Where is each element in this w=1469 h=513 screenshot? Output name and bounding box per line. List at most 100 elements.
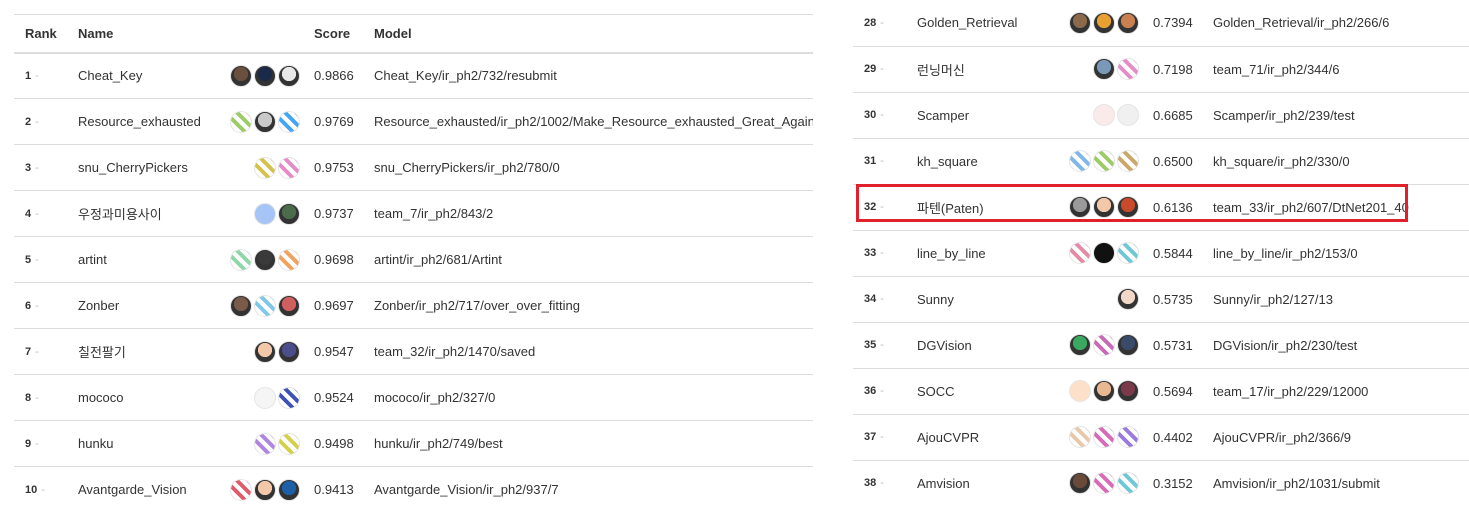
team-name[interactable]: 파텐(Paten) <box>917 184 1053 230</box>
team-name[interactable]: DGVision <box>917 322 1053 368</box>
member-avatar[interactable] <box>1093 196 1115 218</box>
member-avatar[interactable] <box>254 248 276 271</box>
member-avatar[interactable] <box>254 202 276 225</box>
rank-value: 32 <box>864 201 877 213</box>
member-avatar[interactable] <box>1069 472 1091 495</box>
member-avatar[interactable] <box>1117 288 1139 310</box>
team-name[interactable]: Scamper <box>917 92 1053 138</box>
member-avatar[interactable] <box>254 432 276 455</box>
member-avatar[interactable] <box>278 248 300 271</box>
team-name[interactable]: Zonber <box>78 283 214 329</box>
model-cell: kh_square/ir_ph2/330/0 <box>1213 153 1350 169</box>
model-cell: team_17/ir_ph2/229/12000 <box>1213 383 1369 399</box>
table-row: 34- Sunny 0.5735 Sunny/ir_ph2/127/13 <box>853 276 1469 322</box>
member-avatar[interactable] <box>230 248 252 271</box>
member-avatar[interactable] <box>1117 196 1139 218</box>
member-avatar[interactable] <box>1093 104 1115 126</box>
member-avatar[interactable] <box>1093 380 1115 402</box>
member-avatar[interactable] <box>1093 334 1115 356</box>
member-avatar[interactable] <box>1069 426 1091 448</box>
member-avatar[interactable] <box>1117 11 1139 34</box>
member-avatar[interactable] <box>1069 196 1091 218</box>
member-avatar[interactable] <box>278 202 300 225</box>
rank-cell: 10- <box>14 467 78 513</box>
member-avatar[interactable] <box>254 294 276 317</box>
team-name[interactable]: artint <box>78 237 214 283</box>
team-name[interactable]: line_by_line <box>917 230 1053 276</box>
member-avatar[interactable] <box>1069 11 1091 34</box>
member-avatar[interactable] <box>278 64 300 87</box>
member-avatar[interactable] <box>1117 334 1139 356</box>
member-avatar[interactable] <box>254 110 276 133</box>
score-cell: 0.9753 <box>314 160 354 175</box>
member-avatar[interactable] <box>1117 472 1139 495</box>
member-avatar[interactable] <box>254 64 276 87</box>
team-name[interactable]: 칠전팔기 <box>78 329 214 375</box>
member-avatar[interactable] <box>1069 380 1091 402</box>
rank-value: 35 <box>864 339 877 351</box>
member-avatar[interactable] <box>230 110 252 133</box>
team-name[interactable]: Golden_Retrieval <box>917 0 1053 46</box>
member-avatar[interactable] <box>278 386 300 409</box>
member-avatar[interactable] <box>1069 334 1091 356</box>
member-avatar[interactable] <box>278 110 300 133</box>
member-avatar[interactable] <box>254 478 276 501</box>
team-members <box>1053 368 1139 414</box>
team-name[interactable]: snu_CherryPickers <box>78 145 214 191</box>
member-avatar[interactable] <box>1117 150 1139 172</box>
rank-value: 3 <box>25 161 32 174</box>
member-avatar[interactable] <box>254 386 276 409</box>
team-name[interactable]: Avantgarde_Vision <box>78 467 214 513</box>
member-avatar[interactable] <box>1093 426 1115 448</box>
member-avatar[interactable] <box>278 478 300 501</box>
leaderboard-table-right: 28- Golden_Retrieval 0.7394 Golden_Retrieva… <box>853 0 1469 506</box>
table-row: 35- DGVision 0.5731 DGVision/ir_ph2/230/tes… <box>853 322 1469 368</box>
member-avatar[interactable] <box>254 156 276 179</box>
member-avatar[interactable] <box>1069 150 1091 172</box>
member-avatar[interactable] <box>1117 242 1139 264</box>
member-avatar[interactable] <box>1117 426 1139 448</box>
member-avatar[interactable] <box>1093 472 1115 495</box>
table-row: 30- Scamper 0.6685 Scamper/ir_ph2/239/test <box>853 92 1469 138</box>
member-avatar[interactable] <box>1117 380 1139 402</box>
rank-value: 8 <box>25 391 32 404</box>
member-avatar[interactable] <box>278 156 300 179</box>
table-row: 5- artint 0.9698 artint/ir_ph2/681/Artint <box>14 236 813 283</box>
member-avatar[interactable] <box>1093 58 1115 80</box>
rank-value: 28 <box>864 16 877 29</box>
member-avatar[interactable] <box>278 340 300 363</box>
team-name[interactable]: AjouCVPR <box>917 414 1053 460</box>
member-avatar[interactable] <box>1069 242 1091 264</box>
member-avatar[interactable] <box>230 64 252 87</box>
team-name[interactable]: mococo <box>78 375 214 421</box>
member-avatar[interactable] <box>1117 58 1139 80</box>
member-avatar[interactable] <box>254 340 276 363</box>
table-row: 4- 우정과미용사이 0.9737 team_7/ir_ph2/843/2 <box>14 190 813 237</box>
score-cell: 0.9498 <box>314 436 354 451</box>
team-name[interactable]: hunku <box>78 421 214 467</box>
member-avatar[interactable] <box>1093 150 1115 172</box>
team-members <box>1053 46 1139 92</box>
member-avatar[interactable] <box>230 294 252 317</box>
team-name[interactable]: 런닝머신 <box>917 46 1053 92</box>
team-name[interactable]: Resource_exhausted <box>78 99 214 145</box>
rank-change-dash: - <box>880 247 884 259</box>
team-name[interactable]: kh_square <box>917 138 1053 184</box>
team-name[interactable]: SOCC <box>917 368 1053 414</box>
member-avatar[interactable] <box>1117 104 1139 126</box>
team-name[interactable]: Amvision <box>917 460 1053 506</box>
team-name[interactable]: Cheat_Key <box>78 53 214 99</box>
member-avatar[interactable] <box>230 478 252 501</box>
table-row: 36- SOCC 0.5694 team_17/ir_ph2/229/12000 <box>853 368 1469 414</box>
member-avatar[interactable] <box>1093 242 1115 264</box>
team-name[interactable]: 우정과미용사이 <box>78 191 214 237</box>
team-name[interactable]: Sunny <box>917 276 1053 322</box>
rank-cell: 3- <box>14 145 78 191</box>
rank-cell: 1- <box>14 53 78 99</box>
member-avatar[interactable] <box>278 432 300 455</box>
rank-change-dash: - <box>880 339 884 351</box>
leaderboard-table-left: Rank Name Score Model 1- Cheat_Key 0.9866 C… <box>14 14 813 513</box>
score-cell: 0.9413 <box>314 482 354 498</box>
member-avatar[interactable] <box>1093 11 1115 34</box>
member-avatar[interactable] <box>278 294 300 317</box>
